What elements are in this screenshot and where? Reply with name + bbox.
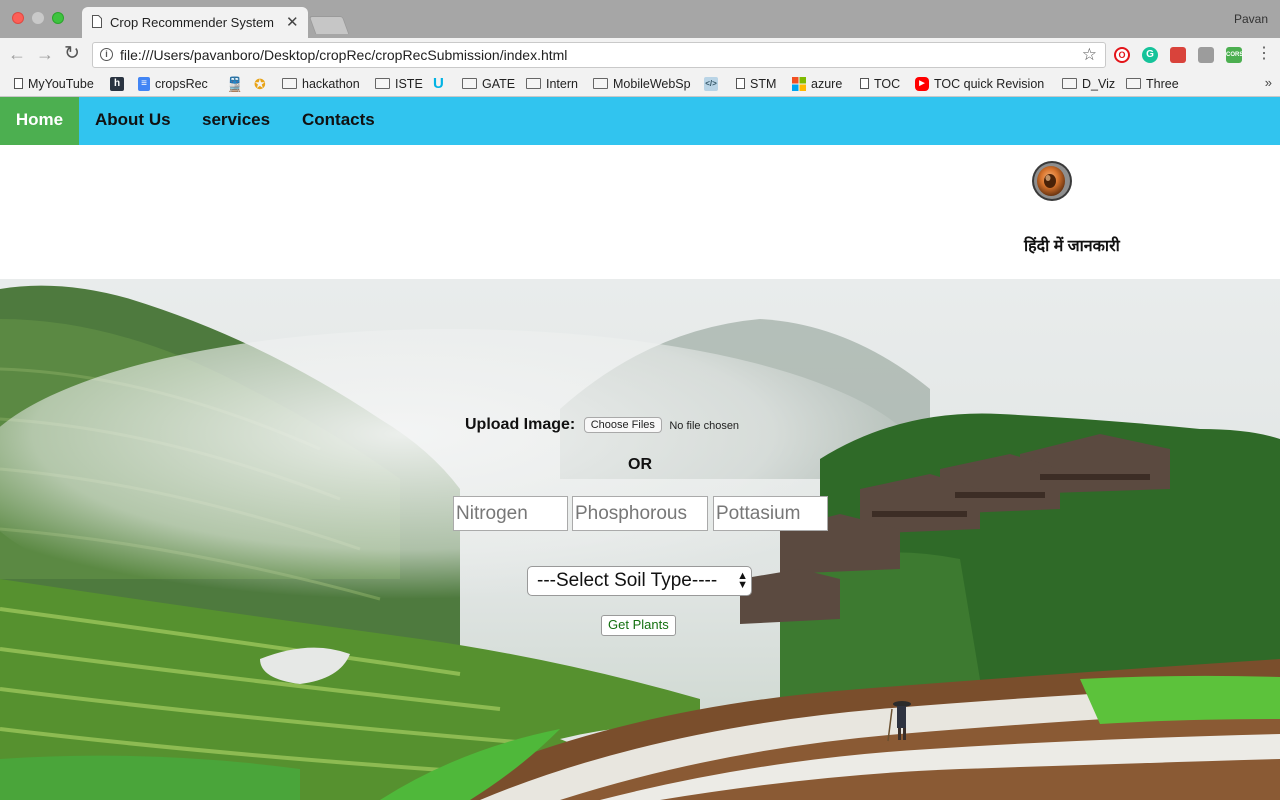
phosphorous-input[interactable]: Phosphorous <box>572 496 708 531</box>
page-icon <box>14 78 23 90</box>
browser-menu-icon[interactable]: ⋮ <box>1256 44 1272 64</box>
code-icon: </> <box>704 76 718 91</box>
nitrogen-input[interactable]: Nitrogen <box>453 496 568 531</box>
browser-tabstrip: Crop Recommender System ✕ Pavan <box>0 0 1280 38</box>
star-logo-icon: ✪ <box>254 75 266 92</box>
hashnode-icon: h <box>110 76 124 91</box>
top-navbar: Home About Us services Contacts <box>0 97 1280 145</box>
bookmark-stm[interactable]: STM <box>736 75 776 93</box>
browser-tab-active[interactable]: Crop Recommender System ✕ <box>82 7 308 38</box>
nav-about-link[interactable]: About Us <box>95 97 171 145</box>
bookmark-hackathon[interactable]: hackathon <box>282 75 360 93</box>
url-text[interactable]: file:///Users/pavanboro/Desktop/cropRec/… <box>120 47 567 63</box>
bookmark-toc[interactable]: TOC <box>860 75 900 93</box>
bookmark-cropsrec[interactable]: ≡ cropsRec <box>138 75 208 93</box>
page-icon <box>92 15 102 28</box>
tab-close-icon[interactable]: ✕ <box>286 13 299 31</box>
folder-icon <box>526 78 541 90</box>
new-tab-button[interactable] <box>308 16 350 34</box>
bookmark-iste[interactable]: ISTE <box>375 75 423 93</box>
hero-section: Upload Image: Choose Files No file chose… <box>0 279 1280 800</box>
folder-icon <box>1126 78 1141 90</box>
bookmark-myyoutube[interactable]: MyYouTube <box>14 75 94 93</box>
upload-image-label: Upload Image: <box>465 416 576 433</box>
select-updown-icon: ▲ ▼ <box>737 570 748 591</box>
page-icon <box>860 78 869 90</box>
bookmark-toc-quick-revision[interactable]: ▶ TOC quick Revision <box>915 75 1044 93</box>
microsoft-icon <box>792 76 806 91</box>
reload-button[interactable]: ↻ <box>64 44 80 64</box>
nav-services-link[interactable]: services <box>202 97 270 145</box>
bookmark-star-icon[interactable]: ☆ <box>1082 45 1097 65</box>
address-bar[interactable]: i file:///Users/pavanboro/Desktop/cropRe… <box>92 42 1106 68</box>
or-separator: OR <box>628 456 652 473</box>
folder-icon <box>282 78 297 90</box>
opera-extension-icon[interactable]: O <box>1114 47 1130 63</box>
udacity-icon: U <box>433 74 444 92</box>
bookmark-hashnode[interactable]: h <box>110 75 129 93</box>
youtube-icon: ▶ <box>915 76 929 91</box>
get-plants-button[interactable]: Get Plants <box>601 615 676 636</box>
bookmark-udacity[interactable]: U <box>433 75 449 93</box>
nav-home-link[interactable]: Home <box>0 97 79 145</box>
browser-toolbar: ← → ↻ i file:///Users/pavanboro/Desktop/… <box>0 38 1280 72</box>
bookmark-intern[interactable]: Intern <box>526 75 578 93</box>
bookmark-extension-icon[interactable] <box>1170 47 1186 63</box>
window-maximize-button[interactable] <box>52 12 64 24</box>
info-icon[interactable]: i <box>100 48 113 61</box>
bookmark-azure[interactable]: azure <box>792 75 842 93</box>
bookmark-gate[interactable]: GATE <box>462 75 515 93</box>
train-icon: 🚆 <box>226 75 244 92</box>
page-content: Home About Us services Contacts हिंदी मे… <box>0 97 1280 800</box>
folder-icon <box>1062 78 1077 90</box>
nav-contacts-link[interactable]: Contacts <box>302 97 375 145</box>
soil-type-selected-value: ---Select Soil Type---- <box>537 570 718 591</box>
audio-section: हिंदी में जानकारी <box>0 145 1280 279</box>
page-icon <box>736 78 745 90</box>
no-file-text: No file chosen <box>669 420 740 432</box>
docs-icon: ≡ <box>138 76 150 91</box>
gray-extension-icon[interactable] <box>1198 47 1214 63</box>
bookmark-mobilewebsp[interactable]: MobileWebSp <box>593 75 691 93</box>
bookmark-star-logo[interactable]: ✪ <box>254 75 271 93</box>
soil-type-select[interactable]: ---Select Soil Type---- ▲ ▼ <box>527 566 752 596</box>
bookmark-three[interactable]: Three <box>1126 75 1179 93</box>
bookmarks-overflow-button[interactable]: » <box>1265 75 1272 90</box>
cors-extension-icon[interactable]: CORS <box>1226 47 1243 63</box>
bookmark-train[interactable]: 🚆 <box>226 75 248 93</box>
grammarly-extension-icon[interactable]: G <box>1142 47 1158 63</box>
folder-icon <box>462 78 477 90</box>
bookmarks-bar: MyYouTube h ≡ cropsRec 🚆 ✪ hackathon ISTE… <box>0 72 1280 97</box>
profile-name[interactable]: Pavan <box>1234 12 1268 26</box>
tab-title: Crop Recommender System <box>110 15 274 30</box>
speaker-icon[interactable] <box>1030 159 1074 203</box>
potassium-input[interactable]: Pottasium <box>713 496 828 531</box>
folder-icon <box>593 78 608 90</box>
rice-terraces-background-image <box>0 279 1280 800</box>
window-minimize-button[interactable] <box>32 12 44 24</box>
forward-button[interactable]: → <box>36 44 54 64</box>
window-close-button[interactable] <box>12 12 24 24</box>
back-button[interactable]: ← <box>8 44 26 64</box>
hindi-info-link[interactable]: हिंदी में जानकारी <box>1024 234 1120 256</box>
bookmark-code[interactable]: </> <box>704 75 723 93</box>
folder-icon <box>375 78 390 90</box>
upload-row: Upload Image: Choose Files No file chose… <box>465 416 739 434</box>
bookmark-d-viz[interactable]: D_Viz <box>1062 75 1115 93</box>
choose-files-button[interactable]: Choose Files <box>583 417 662 433</box>
